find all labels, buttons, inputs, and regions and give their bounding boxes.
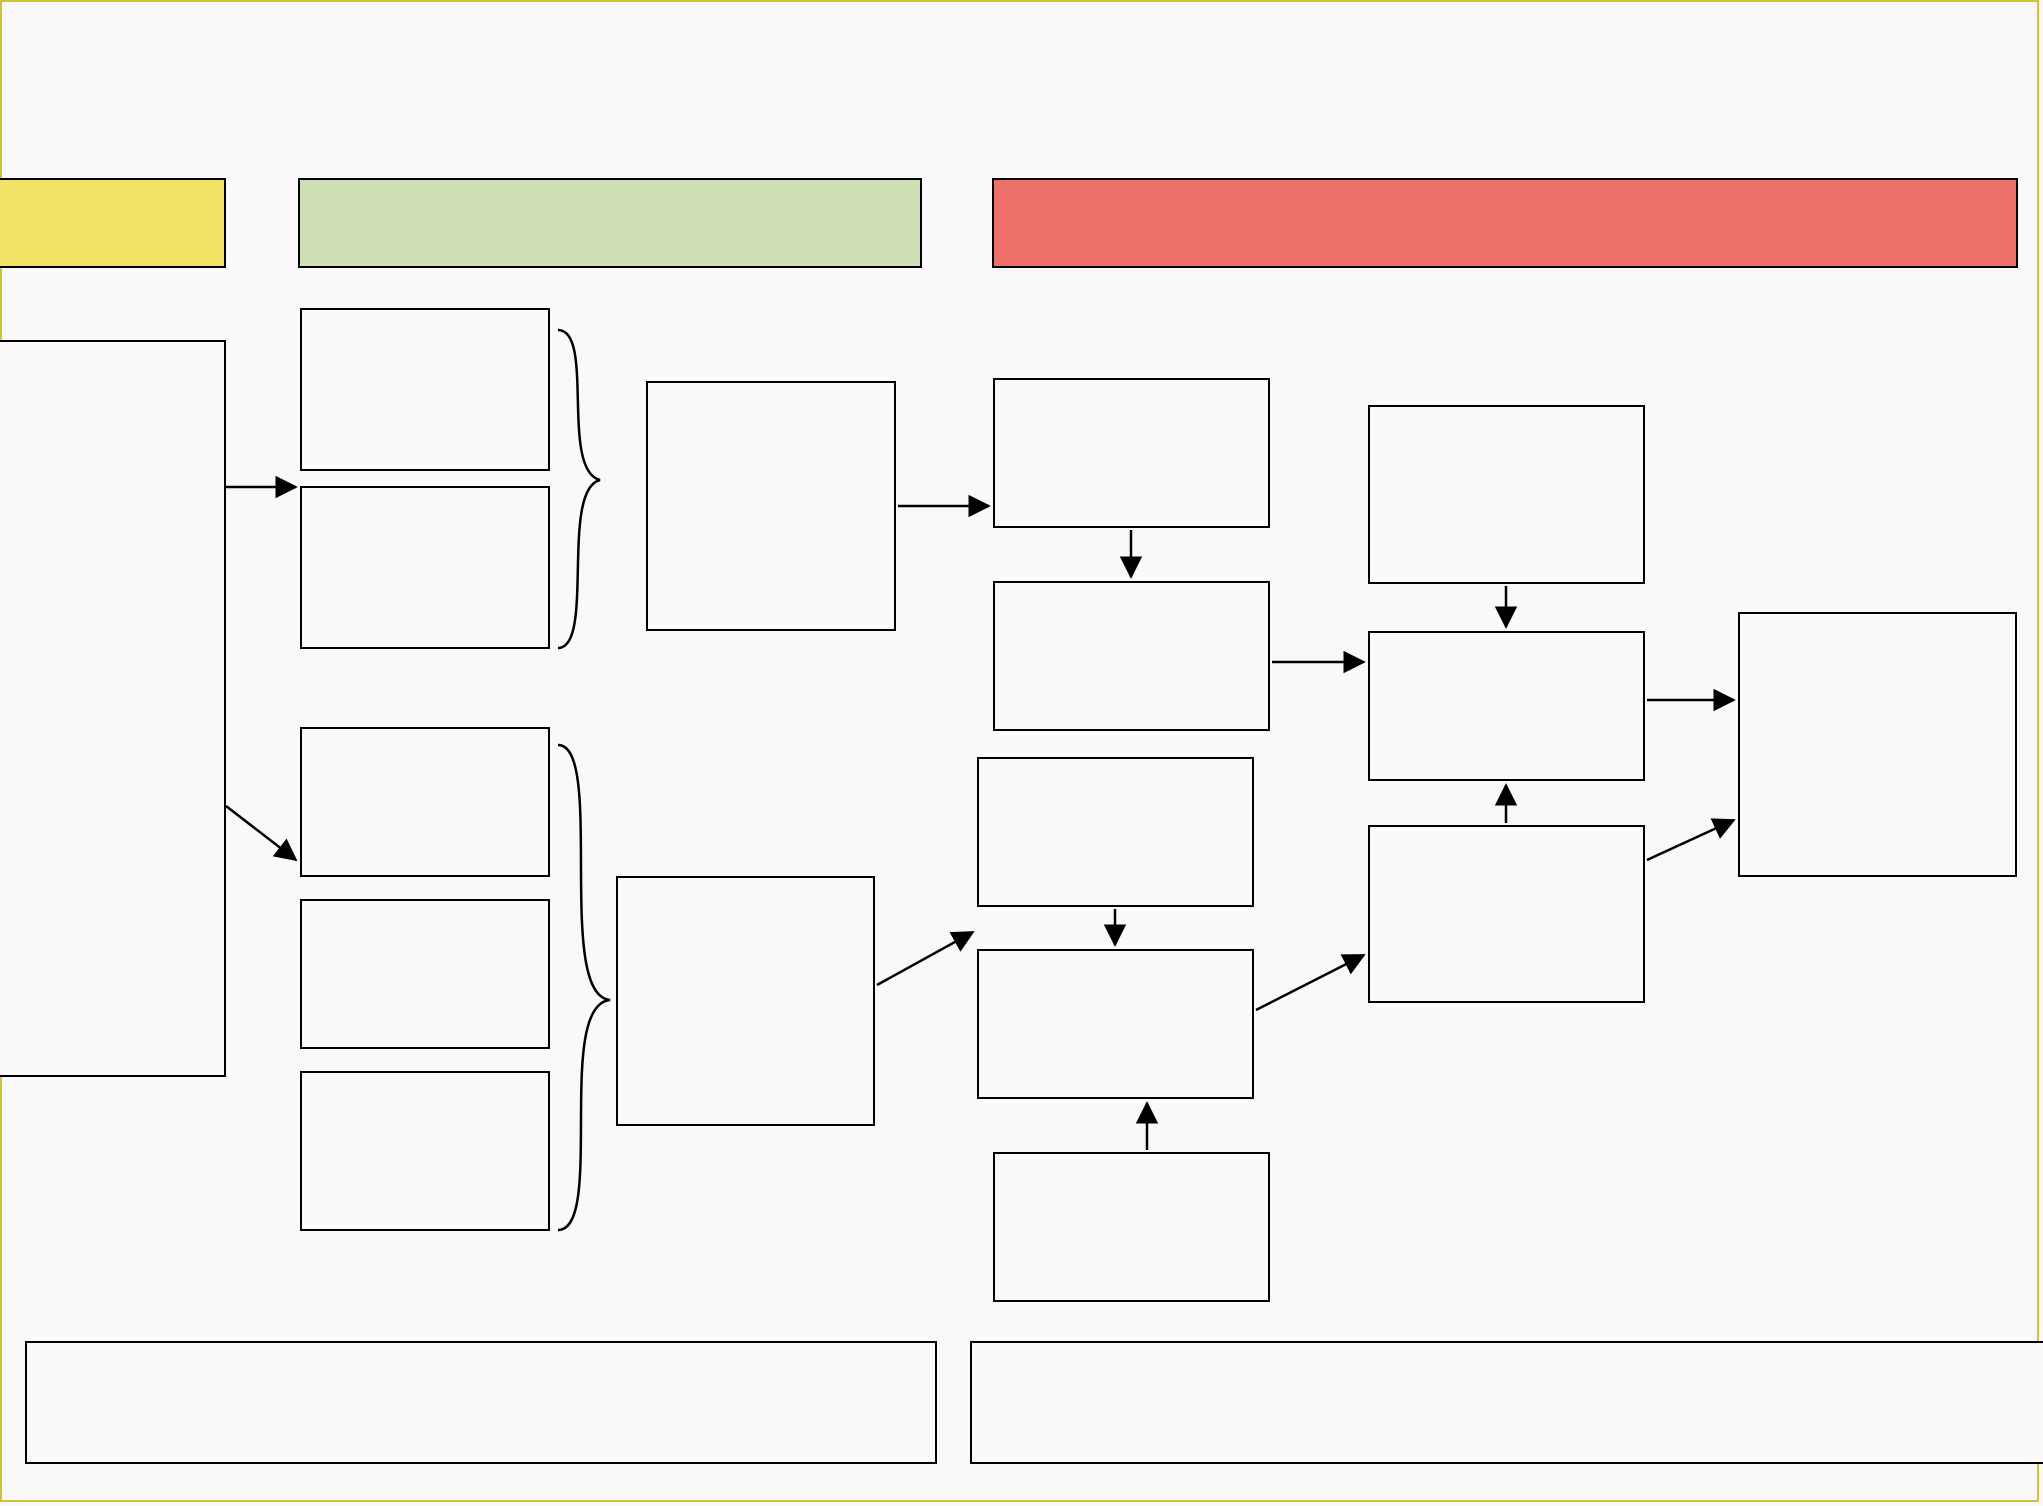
- node-col3-bot2: [977, 949, 1254, 1099]
- node-source: [0, 340, 226, 1077]
- header-band-yellow: [0, 178, 226, 268]
- node-col3-bot3: [993, 1152, 1270, 1302]
- node-col3-bot1: [977, 757, 1254, 907]
- node-col4-mid: [1368, 631, 1645, 781]
- node-bot-c: [300, 1071, 550, 1231]
- node-merge-top: [646, 381, 896, 631]
- node-col4-bot: [1368, 825, 1645, 1003]
- header-band-green: [298, 178, 922, 268]
- node-result-top: [1738, 612, 2017, 877]
- node-footer-right: [970, 1341, 2043, 1464]
- node-top-b: [300, 486, 550, 649]
- node-bot-b: [300, 899, 550, 1049]
- node-col3-mid: [993, 581, 1270, 731]
- node-bot-a: [300, 727, 550, 877]
- node-col3-top: [993, 378, 1270, 528]
- node-top-a: [300, 308, 550, 471]
- node-footer-left: [25, 1341, 937, 1464]
- header-band-red: [992, 178, 2018, 268]
- node-merge-bot: [616, 876, 875, 1126]
- node-col4-top: [1368, 405, 1645, 584]
